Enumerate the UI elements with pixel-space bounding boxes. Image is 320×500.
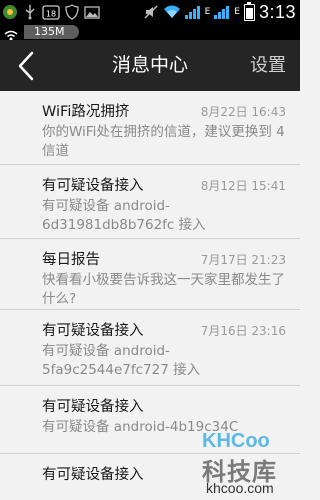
status-notification-icons: 18 [2,3,100,21]
message-title: WiFi路况拥挤 [42,104,130,120]
shield-icon [64,4,80,20]
network-type-2: E [234,7,240,17]
message-title: 每日报告 [42,252,100,268]
message-title: 有可疑设备接入 [42,323,144,339]
message-time: 8月22日 16:43 [200,105,286,119]
network-type-1: E [204,7,211,17]
message-body: 有可疑设备 android-5fa9c2544e7fc727 接入 [42,343,201,378]
message-item[interactable]: WiFi路况拥挤 8月22日 16:43 你的WiFi处在拥挤的信道，建议更换到… [0,91,300,165]
message-body: 你的WiFi处在拥挤的信道，建议更换到 4 信道 [42,124,285,159]
message-body: 快看看小极要告诉我这一天家里都发生了什么? [42,272,285,307]
status-bar: 18 E E 3:13 [0,0,300,24]
message-title: 有可疑设备接入 [42,399,144,415]
title-bar: 消息中心 设置 [0,40,300,91]
message-item[interactable]: 有可疑设备接入 8月12日 15:41 有可疑设备 android-6d3198… [0,165,300,239]
settings-button[interactable]: 设置 [250,40,286,91]
message-body: 有可疑设备 android-6d31981db8b762fc 接入 [42,198,206,233]
app-notification-icon [2,4,18,20]
traffic-bar: 135M [0,24,300,41]
status-time: 3:13 [258,1,296,22]
watermark-logo-text: KHCoo [202,429,270,452]
status-system-icons: E E 3:13 [143,0,296,24]
message-title: 有可疑设备接入 [42,467,144,483]
message-item[interactable]: 每日报告 7月17日 21:23 快看看小极要告诉我这一天家里都发生了什么? [0,239,300,310]
watermark-logo: KHCoo [202,428,294,454]
cell-signal-2-icon [214,5,230,19]
message-time: 7月17日 21:23 [200,253,286,267]
site-watermark: KHCoo 科技库 khcoo.com [198,428,298,498]
message-time: 7月16日 23:16 [200,324,286,338]
message-item[interactable]: 有可疑设备接入 7月16日 23:16 有可疑设备 android-5fa9c2… [0,310,300,386]
svg-text:18: 18 [46,10,56,19]
usb-icon [22,4,38,20]
message-time: 8月12日 15:41 [200,179,286,193]
battery-icon [243,1,255,21]
traffic-counter: 135M [24,25,79,39]
mute-icon [143,4,159,20]
message-title: 有可疑设备接入 [42,178,144,194]
cell-signal-1-icon [184,5,200,19]
image-icon [84,4,100,20]
wifi-signal-icon [163,4,181,20]
calendar-badge-icon: 18 [42,4,60,20]
watermark-url: khcoo.com [206,480,274,496]
